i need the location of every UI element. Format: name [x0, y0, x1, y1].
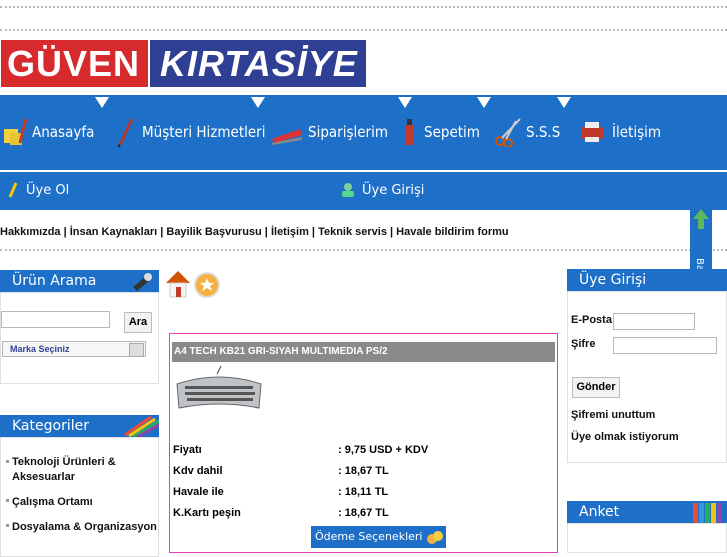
register-link[interactable]: Üye Ol: [6, 182, 69, 198]
bullet-icon: [6, 524, 9, 527]
keyboard-image[interactable]: [173, 365, 265, 418]
nav-item-home[interactable]: Anasayfa: [2, 110, 94, 154]
stapler-icon: [270, 117, 304, 147]
payment-options-label: Ödeme Seçenekleri: [315, 530, 423, 543]
flashlight-icon: [133, 273, 152, 291]
pencil-icon: [6, 182, 20, 198]
categories-title: Kategoriler: [12, 418, 89, 434]
price-value: : 18,67 TL: [338, 465, 389, 477]
search-input[interactable]: [1, 311, 110, 328]
top-divider: [0, 6, 727, 8]
price-label: Kdv dahil: [173, 465, 223, 477]
star-icon[interactable]: [194, 272, 222, 304]
marker-icon: [402, 117, 420, 147]
price-value: : 9,75 USD + KDV: [338, 444, 429, 456]
pencils-icon: [124, 415, 159, 437]
nav-label: Müşteri Hizmetleri: [142, 123, 266, 141]
notes-icon: [2, 117, 28, 147]
price-value: : 18,11 TL: [338, 486, 389, 498]
member-title: Üye Girişi: [579, 272, 647, 288]
dropdown-arrow-icon: [95, 97, 109, 108]
category-item[interactable]: Dosyalama & Organizasyon: [12, 520, 157, 535]
poll-title: Anket: [579, 504, 620, 520]
password-label: Şifre: [571, 338, 596, 350]
nav-item-orders[interactable]: Siparişlerim: [270, 110, 388, 154]
register-label: Üye Ol: [26, 182, 70, 198]
home-icon[interactable]: [164, 269, 192, 303]
link-contact[interactable]: İletişim: [271, 226, 309, 238]
scissors-icon: [494, 117, 522, 148]
category-item[interactable]: Çalışma Ortamı: [12, 495, 93, 510]
email-label: E-Posta: [571, 314, 612, 326]
dropdown-arrow-icon: [398, 97, 412, 108]
dropdown-arrow-icon: [251, 97, 265, 108]
poll-panel-title: Anket: [567, 501, 727, 523]
nav-label: Sepetim: [424, 123, 480, 141]
user-icon: [340, 182, 356, 198]
info-links: Hakkımızda | İnsan Kaynakları | Bayilik …: [0, 226, 509, 238]
link-tech-service[interactable]: Teknik servis: [318, 226, 387, 238]
bullet-icon: [6, 499, 9, 502]
bullet-icon: [6, 460, 9, 463]
brand-select[interactable]: Marka Seçiniz: [2, 341, 146, 357]
nav-label: Siparişlerim: [308, 123, 388, 141]
product-title[interactable]: A4 TECH KB21 GRI-SIYAH MULTIMEDIA PS/2: [172, 342, 555, 362]
price-label: Havale ile: [173, 486, 224, 498]
search-button[interactable]: Ara: [124, 312, 152, 333]
site-logo[interactable]: GÜVEN KIRTASİYE: [1, 40, 366, 87]
top-divider: [0, 29, 727, 31]
nav-item-contact[interactable]: İletişim: [578, 110, 661, 154]
logo-part-1: GÜVEN: [1, 40, 149, 87]
nav-item-faq[interactable]: S.S.S: [494, 110, 560, 154]
nav-label: S.S.S: [526, 123, 561, 141]
login-label: Üye Girişi: [362, 182, 425, 198]
nav-item-customer-service[interactable]: Müşteri Hizmetleri: [112, 110, 265, 154]
login-link[interactable]: Üye Girişi: [340, 182, 424, 198]
email-field[interactable]: [613, 313, 695, 330]
search-panel-title: Ürün Arama: [0, 270, 159, 292]
link-hr[interactable]: İnsan Kaynakları: [70, 226, 157, 238]
category-item[interactable]: Teknoloji Ürünleri & Aksesuarlar: [12, 455, 142, 485]
nav-label: Anasayfa: [32, 123, 95, 141]
nav-label: İletişim: [612, 123, 661, 141]
register-link[interactable]: Üye olmak istiyorum: [571, 431, 679, 443]
price-label: Fiyatı: [173, 444, 202, 456]
search-title: Ürün Arama: [12, 273, 97, 289]
submit-button[interactable]: Gönder: [572, 377, 620, 398]
chevron-down-icon: [129, 343, 144, 357]
product-card: A4 TECH KB21 GRI-SIYAH MULTIMEDIA PS/2 F…: [169, 333, 558, 553]
arrow-up-icon: [693, 209, 709, 229]
logo-part-2: KIRTASİYE: [150, 40, 366, 87]
printer-icon: [578, 117, 608, 147]
password-field[interactable]: [613, 337, 717, 354]
dropdown-arrow-icon: [557, 97, 571, 108]
dropdown-arrow-icon: [477, 97, 491, 108]
categories-panel-title: Kategoriler: [0, 415, 159, 437]
coins-icon: [427, 531, 444, 544]
price-value: : 18,67 TL: [338, 507, 389, 519]
price-label: K.Kartı peşin: [173, 507, 241, 519]
section-divider: [0, 249, 727, 251]
binders-icon: [693, 503, 722, 523]
link-transfer-form[interactable]: Havale bildirim formu: [396, 226, 508, 238]
poll-panel: [567, 523, 727, 553]
link-about[interactable]: Hakkımızda: [0, 226, 61, 238]
link-dealership[interactable]: Bayilik Başvurusu: [166, 226, 261, 238]
pen-icon: [112, 117, 138, 148]
forgot-password-link[interactable]: Şifremi unuttum: [571, 409, 655, 421]
search-panel: [0, 292, 159, 384]
brand-select-value: Marka Seçiniz: [10, 344, 70, 354]
nav-item-cart[interactable]: Sepetim: [402, 110, 480, 154]
member-panel-title: Üye Girişi: [567, 269, 727, 291]
